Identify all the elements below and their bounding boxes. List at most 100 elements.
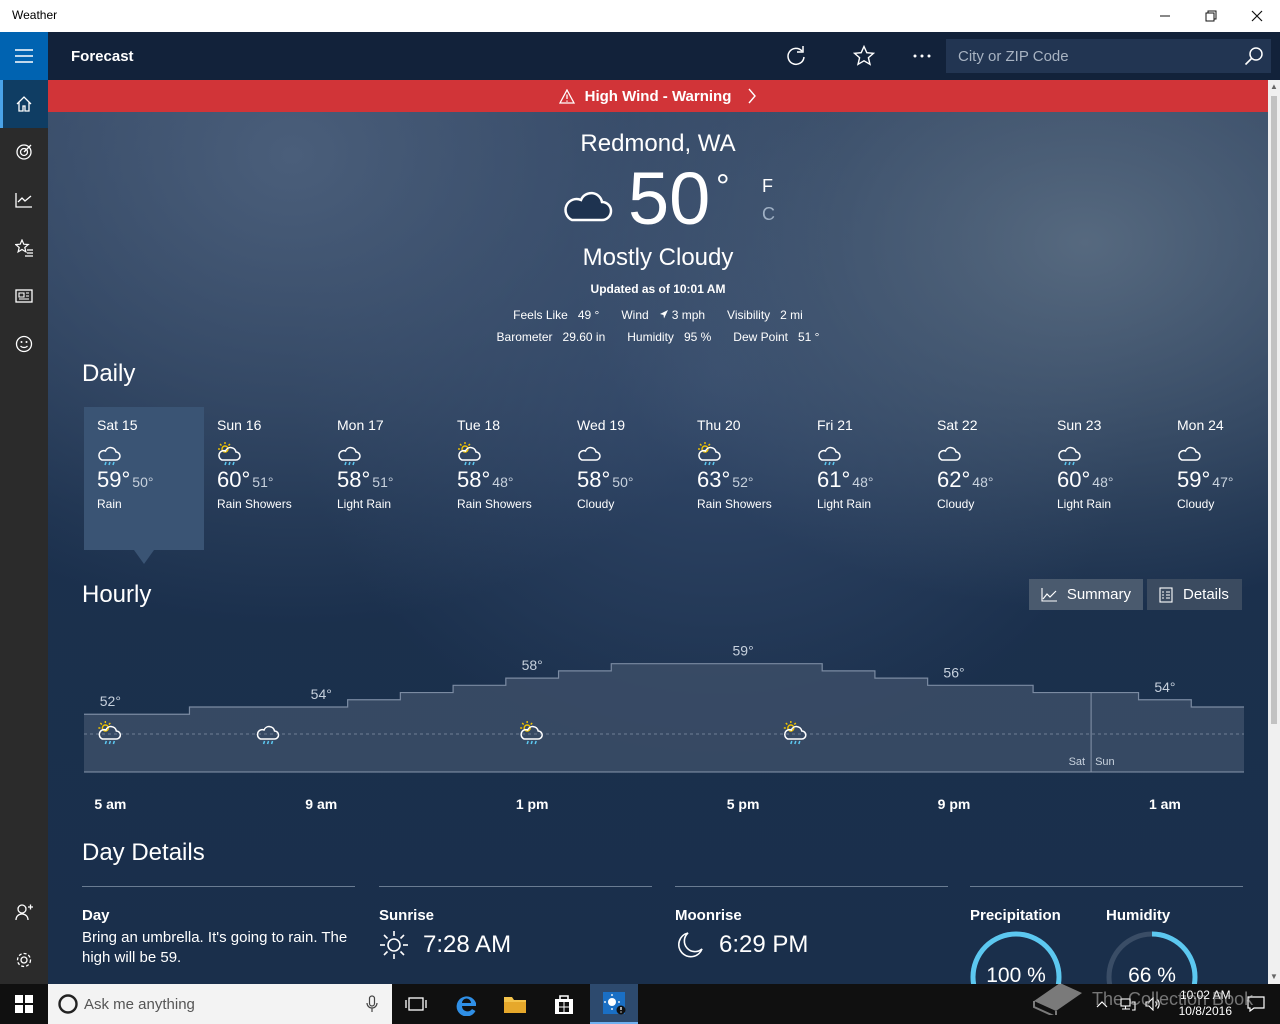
feels-like-stat: Feels Like 49 ° — [513, 308, 599, 322]
day-high: 62° — [937, 467, 971, 492]
day-icon-wrap — [697, 441, 791, 466]
weather-taskbar-button[interactable] — [590, 984, 638, 1024]
day-icon-wrap — [457, 441, 551, 466]
scroll-down-arrow[interactable]: ▼ — [1268, 970, 1280, 984]
task-view-button[interactable] — [392, 984, 440, 1024]
day-label: Day — [82, 907, 110, 924]
summary-label: Summary — [1066, 586, 1131, 603]
book-watermark-icon — [1033, 983, 1082, 1015]
vertical-scrollbar[interactable]: ▲ ▼ — [1268, 80, 1280, 984]
nav-account[interactable] — [0, 888, 48, 936]
store-button[interactable] — [540, 984, 588, 1024]
rain-cloud-icon — [338, 446, 361, 466]
nav-settings[interactable] — [0, 936, 48, 984]
day-temps: 58° 50° — [577, 467, 671, 493]
search-input[interactable] — [946, 39, 1236, 73]
scroll-thumb[interactable] — [1271, 96, 1277, 724]
nav-maps[interactable] — [0, 128, 48, 176]
day-icon-wrap — [817, 441, 911, 466]
city-name: Redmond, WA — [580, 130, 736, 157]
day-condition: Light Rain — [337, 497, 392, 511]
nav-news[interactable] — [0, 272, 48, 320]
more-button[interactable] — [898, 32, 946, 80]
window-title: Weather — [12, 8, 58, 22]
hour-label: 5 pm — [726, 796, 760, 812]
daily-day-9[interactable]: Mon 24 59° 47° Cloudy — [1164, 407, 1268, 550]
cortana-input[interactable] — [84, 994, 354, 1014]
nav-rail — [0, 32, 48, 984]
day-low: 51° — [372, 474, 394, 490]
day-temps: 61° 48° — [817, 467, 911, 493]
nav-places[interactable] — [0, 224, 48, 272]
close-button[interactable] — [1234, 0, 1280, 32]
start-button[interactable] — [0, 984, 48, 1024]
day-low: 50° — [132, 474, 154, 490]
nav-forecast[interactable] — [0, 80, 48, 128]
minimize-icon — [1160, 15, 1170, 17]
degree-sign: ° — [716, 168, 730, 206]
unit-celsius[interactable]: C — [762, 204, 775, 225]
star-icon — [853, 45, 875, 66]
daily-day-1[interactable]: Sun 16 60° 51° Rain Showers — [204, 407, 324, 550]
unit-fahrenheit[interactable]: F — [762, 176, 773, 197]
humidity-stat: Humidity 95 % — [627, 330, 711, 344]
search-button[interactable] — [1237, 39, 1271, 73]
hour-label: 9 pm — [937, 796, 971, 812]
day-name: Thu 20 — [697, 417, 741, 433]
daily-day-4[interactable]: Wed 19 58° 50° Cloudy — [564, 407, 684, 550]
current-condition: Mostly Cloudy — [582, 244, 734, 271]
daily-day-6[interactable]: Fri 21 61° 48° Light Rain — [804, 407, 924, 550]
barometer-value: 29.60 in — [562, 330, 606, 344]
app-header: Forecast — [48, 32, 1280, 80]
edge-taskbar-button[interactable] — [443, 984, 491, 1024]
daily-day-2[interactable]: Mon 17 58° 51° Light Rain — [324, 407, 444, 550]
rain-cloud-icon — [818, 446, 841, 466]
temp-label: 54° — [1154, 679, 1175, 695]
file-explorer-button[interactable] — [491, 984, 539, 1024]
edge-browser-icon — [456, 996, 476, 1016]
details-button[interactable]: Details — [1147, 579, 1242, 610]
day-high: 59° — [1177, 467, 1211, 492]
line-chart-icon — [1041, 587, 1057, 602]
day-icon-wrap — [1177, 441, 1268, 465]
nav-historical[interactable] — [0, 176, 48, 224]
hour-label: 5 am — [94, 796, 127, 812]
restore-button[interactable] — [1188, 0, 1234, 32]
day-name: Sat 22 — [937, 417, 978, 433]
hamburger-menu-button[interactable] — [0, 32, 48, 80]
day-name: Sun 23 — [1057, 417, 1102, 433]
daily-day-7[interactable]: Sat 22 62° 48° Cloudy — [924, 407, 1044, 550]
moon-icon — [678, 932, 703, 958]
rain-cloud-icon — [98, 446, 121, 466]
summary-button[interactable]: Summary — [1029, 579, 1143, 610]
wind-direction-icon — [659, 310, 668, 319]
daily-day-3[interactable]: Tue 18 58° 48° Rain Showers — [444, 407, 564, 550]
dew-point-label: Dew Point — [733, 330, 788, 344]
cloud-icon — [938, 446, 961, 461]
nav-feedback[interactable] — [0, 320, 48, 368]
feels-like-value: 49 ° — [577, 308, 600, 322]
daily-day-5[interactable]: Thu 20 63° 52° Rain Showers — [684, 407, 804, 550]
current-temperature-block: 50 ° F C — [558, 162, 788, 248]
day-condition: Cloudy — [937, 497, 975, 511]
day-low: 48° — [492, 474, 514, 490]
weather-alert-banner[interactable]: High Wind - Warning — [48, 80, 1268, 112]
day-high: 60° — [217, 467, 251, 492]
feels-like-label: Feels Like — [513, 308, 568, 322]
scroll-up-arrow[interactable]: ▲ — [1268, 80, 1280, 94]
temp-label: 59° — [733, 643, 754, 659]
daily-day-8[interactable]: Sun 23 60° 48° Light Rain — [1044, 407, 1164, 550]
restore-icon — [1205, 10, 1217, 22]
favorite-button[interactable] — [840, 32, 888, 80]
refresh-button[interactable] — [772, 32, 820, 80]
watermark-text: The Collection Book — [1092, 989, 1254, 1009]
sun-rain-cloud-icon — [458, 442, 481, 466]
microphone-icon[interactable] — [366, 995, 378, 1013]
warning-icon — [558, 88, 575, 104]
details-list-icon — [1159, 586, 1173, 603]
daily-day-0[interactable]: Sat 15 59° 50° Rain — [84, 407, 204, 564]
day-high: 58° — [577, 467, 611, 492]
minimize-button[interactable] — [1142, 0, 1188, 32]
forecast-content: Redmond, WA 50 ° F C Mostly Cloudy Updat… — [48, 112, 1268, 984]
day-low: 50° — [612, 474, 634, 490]
